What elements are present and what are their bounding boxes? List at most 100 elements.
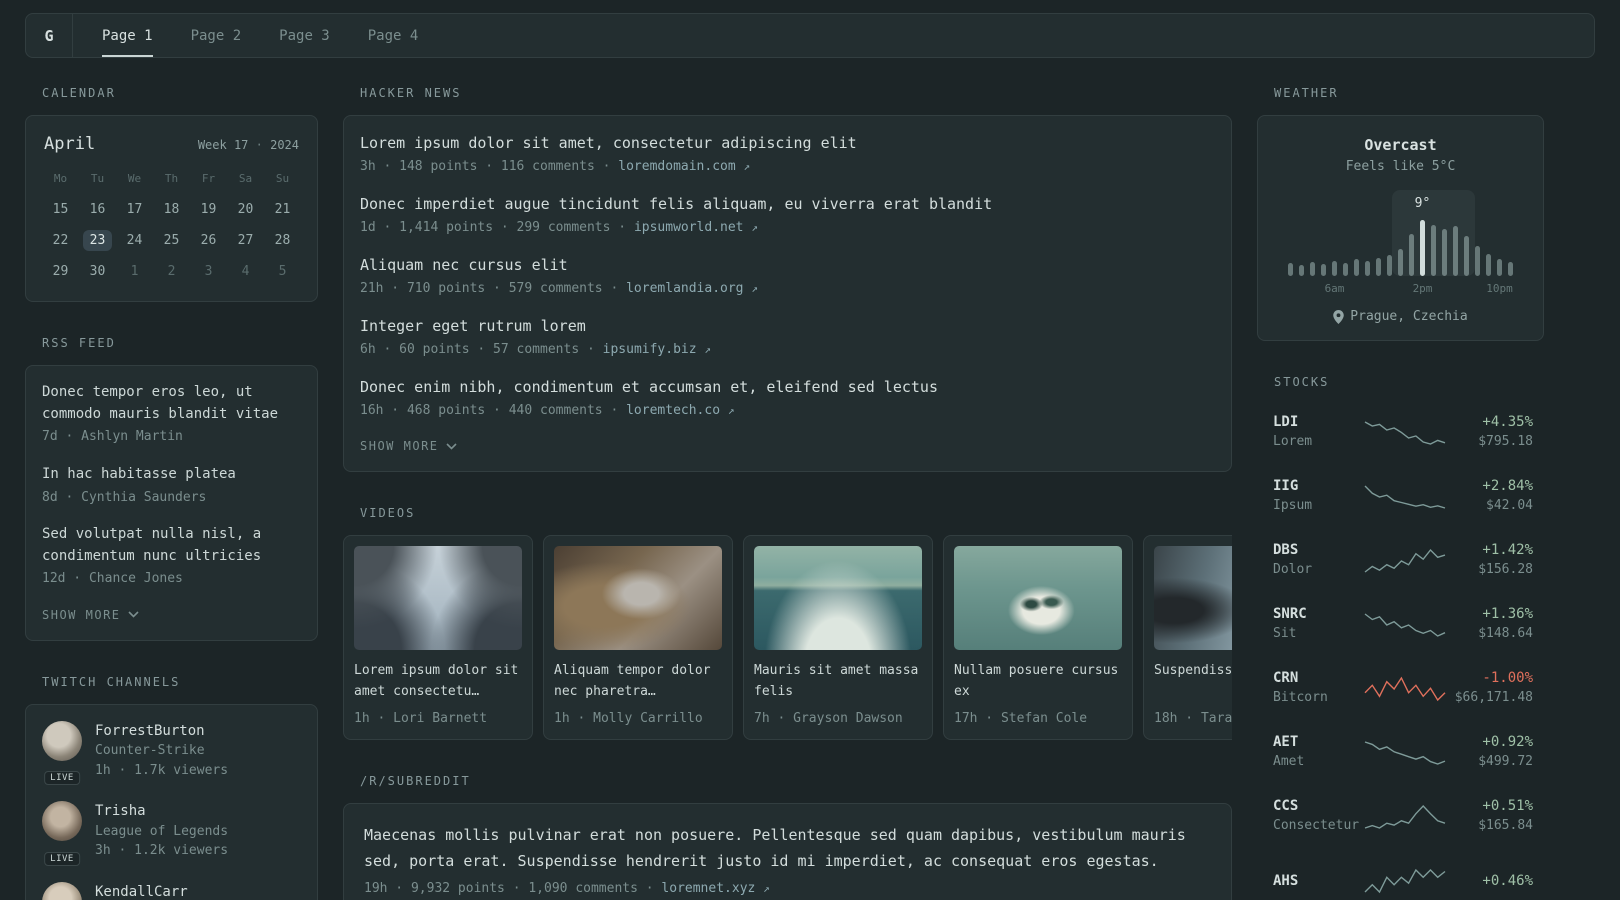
twitch-channel[interactable]: LIVE KendallCarr: [42, 881, 301, 900]
video-card[interactable]: Suspendisse diam 18h · Tara: [1143, 535, 1232, 740]
rss-item-meta: 12d · Chance Jones: [42, 571, 183, 587]
video-thumbnail[interactable]: [354, 546, 522, 650]
hn-item: Integer eget rutrum lorem 6h · 60 points …: [360, 315, 1215, 359]
stock-change: -1.00%: [1482, 670, 1533, 687]
hn-item-domain[interactable]: ipsumify.biz ↗: [603, 342, 711, 357]
rss-item[interactable]: Donec tempor eros leo, ut commodo mauris…: [42, 382, 301, 447]
hn-item-title[interactable]: Donec enim nibh, condimentum et accumsan…: [360, 376, 1215, 399]
stock-sparkline: [1363, 482, 1447, 512]
subreddit-post-title[interactable]: Maecenas mollis pulvinar erat non posuer…: [364, 822, 1211, 875]
hn-item-title[interactable]: Lorem ipsum dolor sit amet, consectetur …: [360, 132, 1215, 155]
twitch-channel[interactable]: LIVE Trisha League of Legends 3h · 1.2k vie…: [42, 801, 301, 866]
stock-id: IIG Ipsum: [1273, 478, 1363, 516]
video-thumbnail[interactable]: [754, 546, 922, 650]
rss-item-title[interactable]: In hac habitasse platea: [42, 464, 301, 486]
tab-page-3[interactable]: Page 3: [279, 14, 330, 57]
subreddit-header: /R/SUBREDDIT: [360, 773, 471, 788]
rss-item[interactable]: In hac habitasse platea 8d · Cynthia Saun…: [42, 464, 301, 507]
calendar-day-number: 4: [241, 263, 250, 279]
video-title[interactable]: Mauris sit amet massa felis: [754, 660, 922, 702]
hn-item-domain[interactable]: loremdomain.com ↗: [618, 159, 750, 174]
video-thumbnail[interactable]: [554, 546, 722, 650]
topbar-tabs: Page 1 Page 2 Page 3 Page 4: [102, 14, 418, 57]
calendar-day-header: Th: [164, 171, 179, 185]
weather-bar: [1508, 262, 1513, 276]
twitch-channel[interactable]: LIVE ForrestBurton Counter-Strike 1h · 1.7k…: [42, 720, 301, 786]
stocks-widget: STOCKS LDI Lorem +4.35% $795.18 IIG Ipsum +2.8…: [1257, 375, 1544, 900]
tab-page-2[interactable]: Page 2: [191, 14, 242, 57]
stock-row[interactable]: LDI Lorem +4.35% $795.18: [1273, 408, 1533, 458]
calendar-day-number: 22: [52, 232, 69, 248]
stock-row[interactable]: DBS Dolor +1.42% $156.28: [1273, 536, 1533, 586]
video-card[interactable]: Nullam posuere cursus ex 17h · Stefan Col…: [943, 535, 1133, 740]
sparkline-chart: [1364, 421, 1446, 445]
stock-row[interactable]: CRN Bitcorn -1.00% $66,171.48: [1273, 664, 1533, 714]
stock-id: SNRC Sit: [1273, 606, 1363, 644]
video-thumbnail[interactable]: [1154, 546, 1232, 650]
video-title[interactable]: Suspendisse diam: [1154, 660, 1232, 702]
calendar-day-number: 18: [163, 201, 180, 217]
tab-page-4[interactable]: Page 4: [368, 14, 419, 57]
calendar-month: April: [44, 134, 96, 154]
hn-item-domain[interactable]: ipsumworld.net ↗: [634, 220, 758, 235]
hn-item-title[interactable]: Aliquam nec cursus elit: [360, 254, 1215, 277]
hn-item-domain[interactable]: loremtech.co ↗: [626, 403, 734, 418]
hn-item: Donec enim nibh, condimentum et accumsan…: [360, 376, 1215, 420]
video-title[interactable]: Nullam posuere cursus ex: [954, 660, 1122, 702]
hn-item-title[interactable]: Integer eget rutrum lorem: [360, 315, 1215, 338]
rss-item[interactable]: Sed volutpat nulla nisl, a condimentum n…: [42, 524, 301, 589]
twitch-channel-name[interactable]: ForrestBurton: [95, 721, 228, 741]
sparkline-chart: [1364, 613, 1446, 637]
stock-row[interactable]: AET Amet +0.92% $499.72: [1273, 728, 1533, 778]
twitch-channel-name[interactable]: Trisha: [95, 801, 228, 821]
stock-row[interactable]: SNRC Sit +1.36% $148.64: [1273, 600, 1533, 650]
calendar-day-number: 1: [130, 263, 139, 279]
hn-item-stats: 21h · 710 points · 579 comments ·: [360, 280, 627, 296]
weather-location: Prague, Czechia: [1274, 309, 1527, 324]
calendar-day: 23: [79, 226, 116, 254]
video-title[interactable]: Aliquam tempor dolor nec pharetra…: [554, 660, 722, 702]
rss-item-title[interactable]: Sed volutpat nulla nisl, a condimentum n…: [42, 524, 301, 567]
hackernews-widget: HACKER NEWS Lorem ipsum dolor sit amet, …: [343, 86, 1232, 472]
twitch-channel-name[interactable]: KendallCarr: [95, 882, 188, 900]
main-grid: CALENDAR April Week 17 · 2024 Mo Tu We Th Fr…: [25, 86, 1595, 900]
calendar-day-number: 5: [278, 263, 287, 279]
twitch-channel-info: ForrestBurton Counter-Strike 1h · 1.7k vie…: [95, 721, 228, 780]
logo[interactable]: G: [26, 14, 73, 57]
rss-item-title[interactable]: Donec tempor eros leo, ut commodo mauris…: [42, 382, 301, 425]
stock-sparkline: [1363, 738, 1447, 768]
stock-row[interactable]: AHS +0.46%: [1273, 856, 1533, 900]
rss-show-more-button[interactable]: SHOW MORE: [42, 606, 139, 624]
video-card[interactable]: Aliquam tempor dolor nec pharetra… 1h · M…: [543, 535, 733, 740]
hn-item-domain[interactable]: loremlandia.org ↗: [626, 281, 758, 296]
stock-name: Ipsum: [1273, 498, 1313, 514]
sparkline-chart: [1364, 676, 1446, 702]
video-title[interactable]: Lorem ipsum dolor sit amet consectetu…: [354, 660, 522, 702]
sparkline-chart: [1364, 548, 1446, 573]
stock-values: +1.42% $156.28: [1447, 542, 1533, 580]
video-card[interactable]: Lorem ipsum dolor sit amet consectetu… 1h…: [343, 535, 533, 740]
videos-widget: VIDEOS Lorem ipsum dolor sit amet consec…: [343, 506, 1232, 740]
sparkline-chart: [1364, 804, 1446, 829]
calendar-day: 30: [79, 257, 116, 285]
calendar-day: 26: [190, 226, 227, 254]
video-thumbnail[interactable]: [954, 546, 1122, 650]
calendar-day: 4: [227, 257, 264, 285]
stock-values: +1.36% $148.64: [1447, 606, 1533, 644]
stock-row[interactable]: CCS Consectetur +0.51% $165.84: [1273, 792, 1533, 842]
stock-change: +2.84%: [1482, 478, 1533, 495]
stock-sparkline: [1363, 610, 1447, 640]
twitch-avatar-wrap: LIVE: [42, 801, 82, 866]
subreddit-post-stats: 19h · 9,932 points · 1,090 comments ·: [364, 881, 662, 896]
hn-item-stats: 6h · 60 points · 57 comments ·: [360, 341, 603, 357]
hn-item-title[interactable]: Donec imperdiet augue tincidunt felis al…: [360, 193, 1215, 216]
video-card[interactable]: Mauris sit amet massa felis 7h · Grayson …: [743, 535, 933, 740]
external-link-icon: ↗: [743, 159, 751, 173]
calendar-day-number: 3: [204, 263, 213, 279]
stock-symbol: DBS: [1273, 542, 1299, 559]
stock-row[interactable]: IIG Ipsum +2.84% $42.04: [1273, 472, 1533, 522]
tab-page-1[interactable]: Page 1: [102, 14, 153, 57]
hn-show-more-button[interactable]: SHOW MORE: [360, 437, 457, 455]
stock-symbol: SNRC: [1273, 606, 1307, 623]
subreddit-post-domain[interactable]: loremnet.xyz ↗: [661, 881, 769, 896]
